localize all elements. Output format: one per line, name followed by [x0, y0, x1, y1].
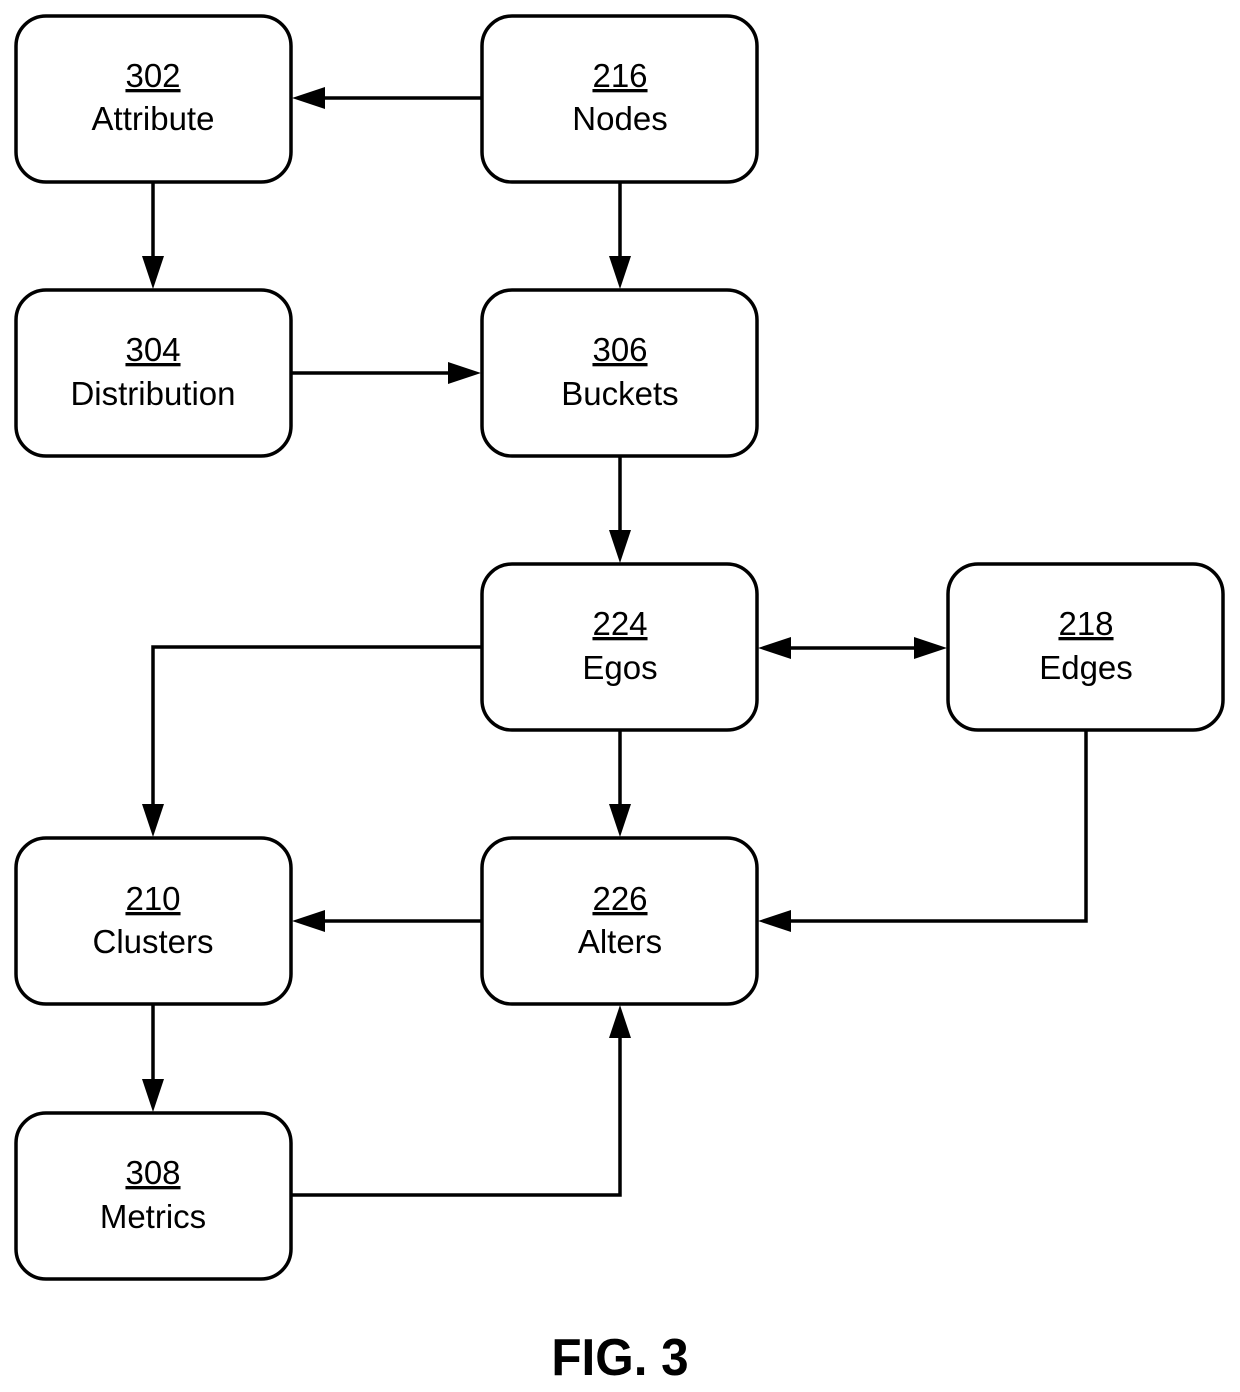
node-210-clusters: 210 Clusters: [14, 836, 293, 1006]
node-box: [480, 562, 759, 732]
node-226-alters: 226 Alters: [480, 836, 759, 1006]
arrowhead-icon: [758, 910, 791, 932]
node-308-metrics: 308 Metrics: [14, 1111, 293, 1281]
node-box: [14, 288, 293, 458]
arrowhead-icon: [142, 804, 164, 837]
node-number: 308: [125, 1154, 180, 1191]
arrowhead-icon: [448, 362, 481, 384]
node-number: 218: [1058, 605, 1113, 642]
figure-caption: FIG. 3: [551, 1329, 689, 1387]
node-306-buckets: 306 Buckets: [480, 288, 759, 458]
node-box: [14, 1111, 293, 1281]
node-number: 304: [125, 331, 180, 368]
node-box: [480, 836, 759, 1006]
node-label: Alters: [578, 923, 662, 960]
node-224-egos: 224 Egos: [480, 562, 759, 732]
node-304-distribution: 304 Distribution: [14, 288, 293, 458]
node-number: 302: [125, 57, 180, 94]
node-number: 216: [592, 57, 647, 94]
arrowhead-icon: [292, 910, 325, 932]
node-label: Nodes: [572, 100, 667, 137]
connector-224-to-210: [151, 645, 482, 804]
node-box: [480, 288, 759, 458]
node-number: 210: [125, 880, 180, 917]
arrowhead-icon: [914, 637, 947, 659]
node-label: Metrics: [100, 1198, 206, 1235]
node-label: Attribute: [92, 100, 215, 137]
node-box: [946, 562, 1225, 732]
arrowhead-icon: [292, 87, 325, 109]
node-218-edges: 218 Edges: [946, 562, 1225, 732]
node-216-nodes: 216 Nodes: [480, 14, 759, 184]
connector-218-to-226: [791, 730, 1088, 923]
arrowhead-icon: [142, 256, 164, 289]
node-label: Distribution: [70, 375, 235, 412]
node-label: Clusters: [92, 923, 213, 960]
flow-diagram: 302 Attribute 216 Nodes 304 Distribution…: [14, 14, 1225, 1281]
node-box: [480, 14, 759, 184]
connector-308-to-226: [291, 1038, 622, 1197]
arrowhead-icon: [609, 804, 631, 837]
node-box: [14, 836, 293, 1006]
node-number: 224: [592, 605, 647, 642]
node-number: 306: [592, 331, 647, 368]
arrowhead-icon: [609, 530, 631, 563]
node-label: Edges: [1039, 649, 1133, 686]
arrowhead-icon: [609, 256, 631, 289]
arrowhead-icon: [142, 1079, 164, 1112]
node-302-attribute: 302 Attribute: [14, 14, 293, 184]
node-number: 226: [592, 880, 647, 917]
node-box: [14, 14, 293, 184]
node-label: Buckets: [561, 375, 678, 412]
arrowhead-icon: [609, 1005, 631, 1038]
node-label: Egos: [582, 649, 657, 686]
arrowhead-icon: [758, 637, 791, 659]
